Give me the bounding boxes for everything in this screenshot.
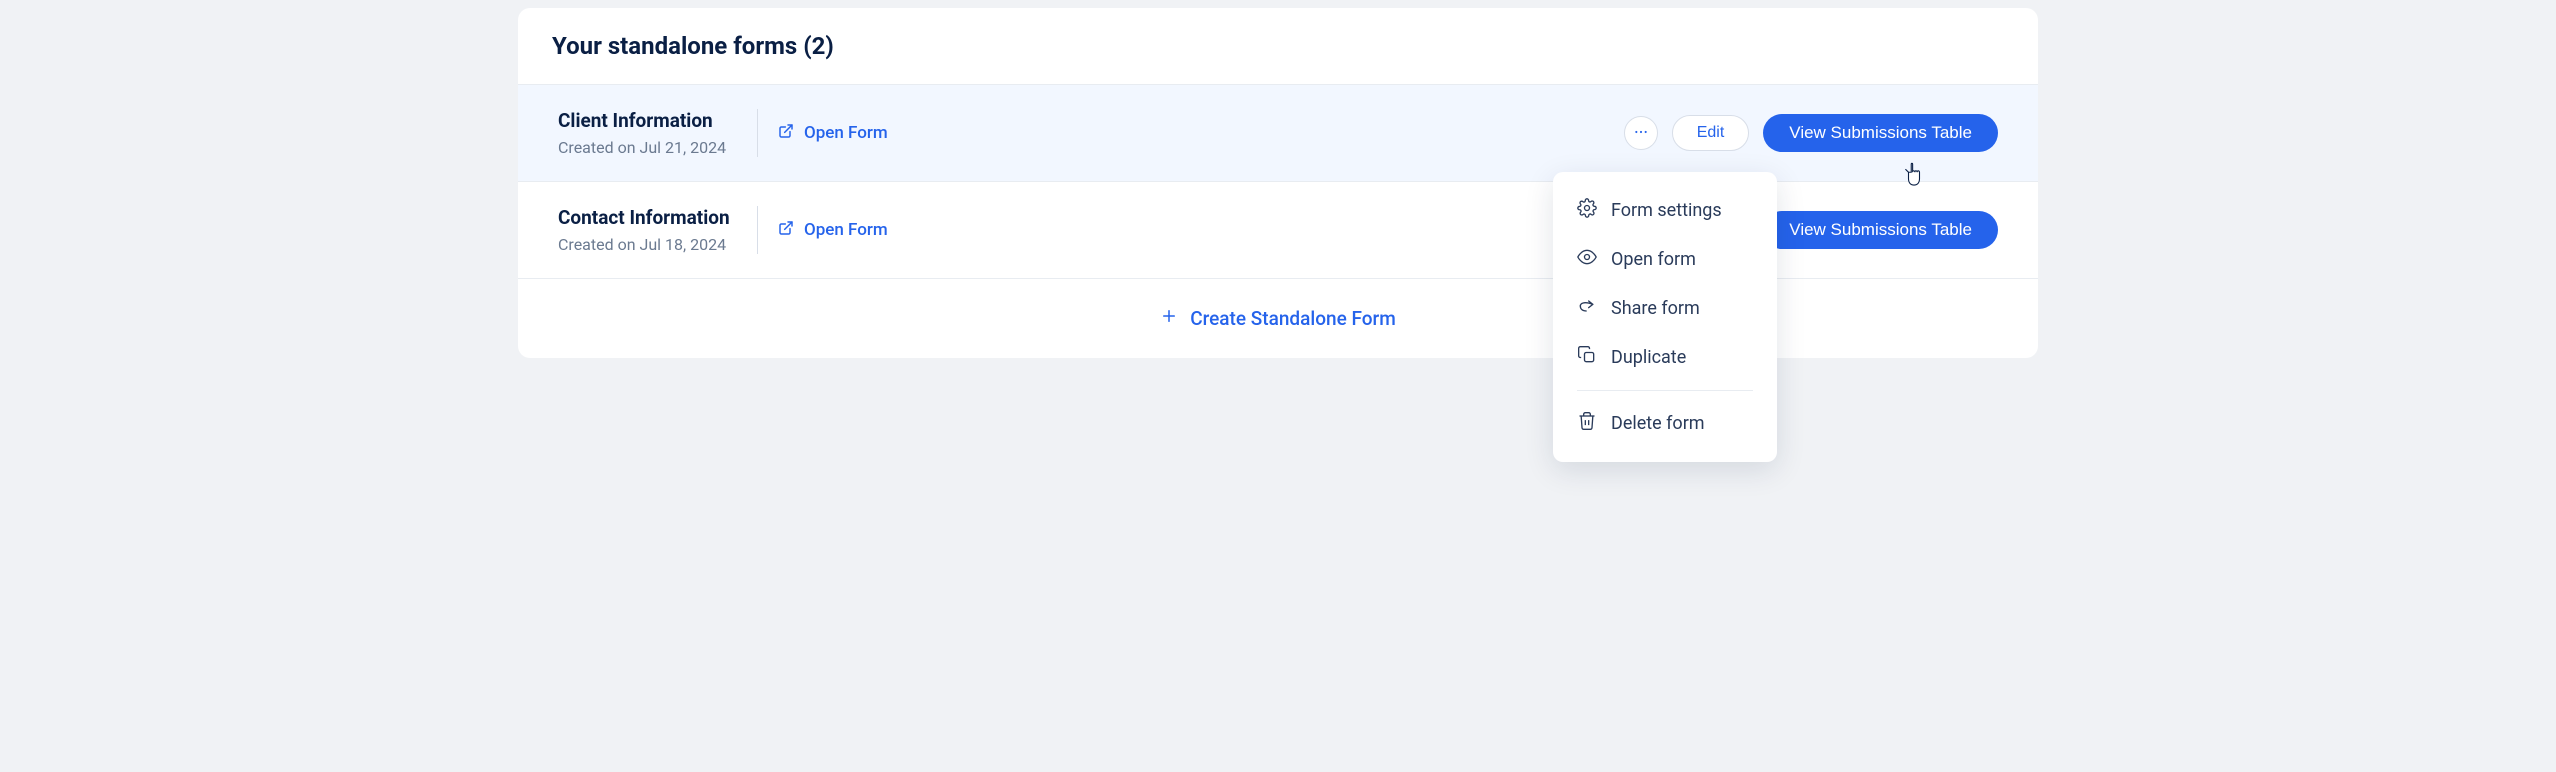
dropdown-separator [1577,390,1753,391]
open-form-link[interactable]: Open Form [778,123,888,144]
dropdown-label: Duplicate [1611,347,1686,368]
form-meta: Contact Information Created on Jul 18, 2… [558,206,758,254]
dropdown-item-open[interactable]: Open form [1553,235,1777,284]
share-icon [1577,296,1597,321]
form-info: Client Information Created on Jul 21, 20… [558,109,1624,157]
form-title: Client Information [558,109,737,132]
form-row: Contact Information Created on Jul 18, 2… [518,182,2038,279]
view-submissions-button[interactable]: View Submissions Table [1763,211,1998,249]
dropdown-label: Open form [1611,249,1696,270]
view-submissions-button[interactable]: View Submissions Table [1763,114,1998,152]
form-row: Client Information Created on Jul 21, 20… [518,85,2038,182]
dropdown-item-share[interactable]: Share form [1553,284,1777,333]
dropdown-label: Form settings [1611,200,1722,221]
trash-icon [1577,411,1597,436]
page-title: Your standalone forms (2) [552,32,1998,60]
form-created: Created on Jul 21, 2024 [558,138,737,157]
create-form-button[interactable]: Create Standalone Form [518,279,2038,358]
form-title: Contact Information [558,206,737,229]
more-button[interactable] [1624,116,1658,150]
gear-icon [1577,198,1597,223]
dropdown-item-settings[interactable]: Form settings [1553,186,1777,235]
edit-button[interactable]: Edit [1672,115,1750,151]
row-actions: Edit View Submissions Table [1624,114,1998,152]
more-horizontal-icon [1633,124,1649,143]
form-created: Created on Jul 18, 2024 [558,235,737,254]
plus-icon [1160,307,1178,330]
open-form-label: Open Form [804,220,888,240]
copy-icon [1577,345,1597,370]
form-meta: Client Information Created on Jul 21, 20… [558,109,758,157]
dropdown-item-duplicate[interactable]: Duplicate [1553,333,1777,382]
forms-card: Your standalone forms (2) Client Informa… [518,8,2038,358]
dropdown-item-delete[interactable]: Delete form [1553,399,1777,448]
header: Your standalone forms (2) [518,8,2038,85]
dropdown-label: Delete form [1611,413,1705,434]
dropdown-label: Share form [1611,298,1700,319]
external-link-icon [778,123,794,144]
form-actions-dropdown: Form settings Open form Share form [1553,172,1777,462]
open-form-link[interactable]: Open Form [778,220,888,241]
row-actions: View Submissions Table [1763,211,1998,249]
create-form-label: Create Standalone Form [1190,307,1396,330]
eye-icon [1577,247,1597,272]
open-form-label: Open Form [804,123,888,143]
external-link-icon [778,220,794,241]
